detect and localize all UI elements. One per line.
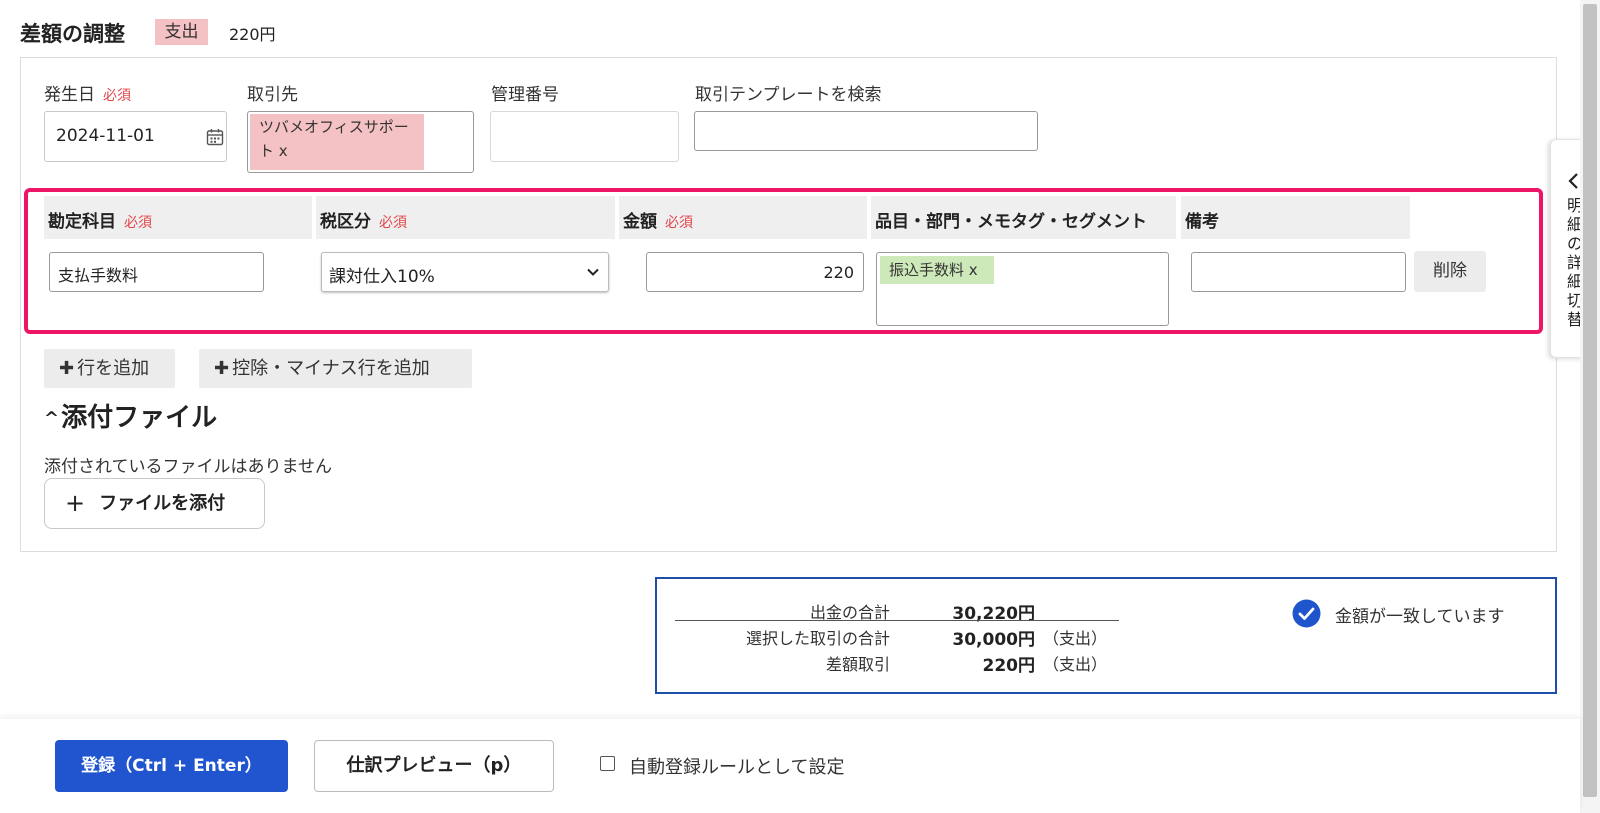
summary-value: 220円	[982, 656, 1036, 676]
check-circle-icon	[1292, 599, 1321, 628]
summary-note: （支出）	[1043, 629, 1108, 648]
amount-match-text: 金額が一致しています	[1335, 607, 1505, 627]
delete-row-button[interactable]: 削除	[1414, 251, 1486, 292]
summary-value: 30,000円	[952, 630, 1035, 650]
tax-select[interactable]: 課対仕入10%	[321, 252, 609, 292]
expense-badge: 支出	[155, 19, 208, 45]
journal-preview-button[interactable]: 仕訳プレビュー（p）	[314, 740, 554, 792]
summary-note: （支出）	[1043, 655, 1108, 674]
date-label: 発生日 必須	[44, 85, 131, 105]
no-attachments-text: 添付されているファイルはありません	[44, 457, 332, 477]
scrollbar-thumb[interactable]	[1583, 4, 1597, 797]
submit-button[interactable]: 登録（Ctrl + Enter）	[55, 740, 288, 792]
auto-rule-checkbox[interactable]	[600, 756, 615, 771]
required-badge: 必須	[124, 215, 152, 231]
header-account: 勘定科目 必須	[44, 196, 312, 239]
add-minus-row-button[interactable]: ✚ 控除・マイナス行を追加	[199, 349, 472, 388]
header-item-segment: 品目・部門・メモタグ・セグメント	[871, 196, 1176, 239]
summary-label: 選択した取引の合計	[745, 629, 890, 648]
memo-input[interactable]	[1191, 252, 1406, 292]
management-number-label: 管理番号	[491, 85, 559, 105]
chevron-down-icon	[587, 268, 599, 276]
plus-icon: +	[65, 489, 86, 517]
summary-label: 差額取引	[825, 655, 890, 674]
required-badge: 必須	[665, 215, 693, 231]
required-badge: 必須	[103, 88, 131, 104]
header-amount: 金額 必須	[619, 196, 867, 239]
partner-tag[interactable]: ツバメオフィスサポート x	[250, 114, 424, 170]
plus-icon: ✚	[214, 358, 230, 379]
plus-icon: ✚	[59, 358, 75, 379]
template-search-label: 取引テンプレートを検索	[695, 85, 882, 105]
page-title: 差額の調整	[20, 22, 125, 46]
header-tax: 税区分 必須	[316, 196, 615, 239]
management-number-input[interactable]	[490, 111, 679, 162]
account-input[interactable]: 支払手数料	[49, 252, 264, 292]
caret-up-icon: ^	[44, 408, 60, 429]
required-badge: 必須	[379, 215, 407, 231]
calendar-icon[interactable]	[206, 128, 224, 146]
add-attachment-button[interactable]: + ファイルを添付	[44, 478, 265, 529]
attachments-heading[interactable]: ^添付ファイル	[44, 397, 217, 434]
auto-rule-label[interactable]: 自動登録ルールとして設定	[629, 753, 844, 779]
header-amount: 220円	[229, 25, 276, 44]
add-row-button[interactable]: ✚ 行を追加	[44, 349, 175, 388]
template-search-input[interactable]	[694, 111, 1038, 151]
date-value: 2024-11-01	[56, 126, 155, 146]
summary-divider	[675, 620, 1119, 621]
amount-input[interactable]: 220	[646, 252, 864, 292]
header-memo: 備考	[1181, 196, 1410, 239]
item-tag[interactable]: 振込手数料 x	[880, 256, 994, 284]
partner-label: 取引先	[247, 85, 298, 105]
